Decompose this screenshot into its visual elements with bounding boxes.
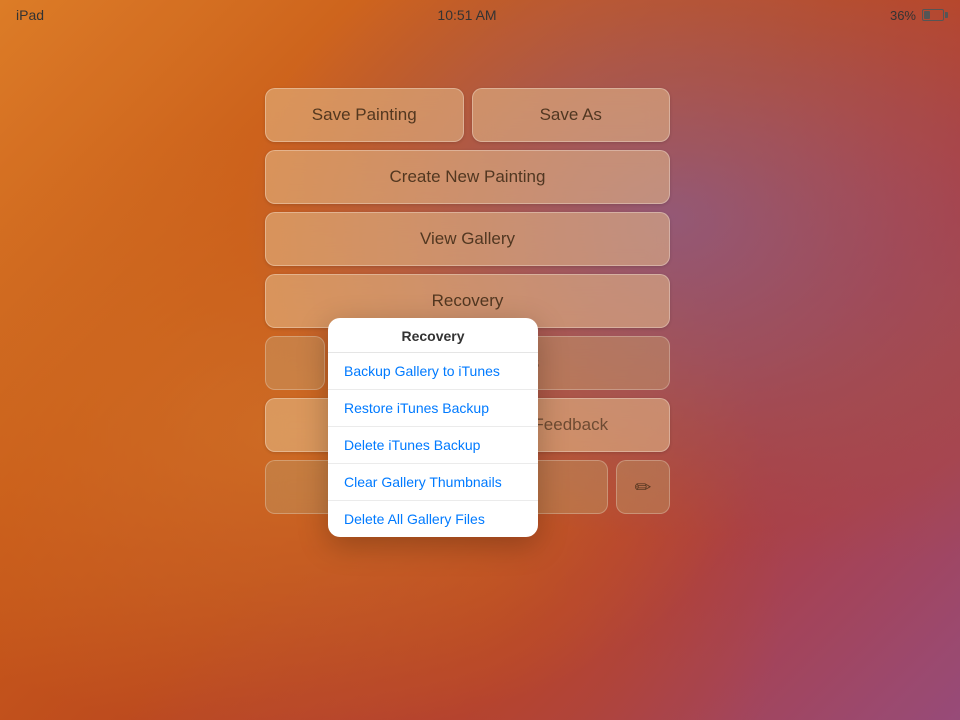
- dropdown-header: Recovery: [328, 318, 538, 353]
- backup-gallery-itunes-item[interactable]: Backup Gallery to iTunes: [328, 353, 538, 390]
- status-right: 36%: [890, 8, 944, 23]
- battery-fill: [924, 11, 930, 19]
- pencil-icon: ✏: [635, 475, 652, 500]
- status-bar: iPad 10:51 AM 36%: [0, 0, 960, 30]
- device-name: iPad: [16, 7, 44, 23]
- battery-icon: [922, 9, 944, 21]
- battery-body: [922, 9, 944, 21]
- save-row: Save Painting Save As: [265, 88, 670, 142]
- delete-all-gallery-files-item[interactable]: Delete All Gallery Files: [328, 501, 538, 537]
- view-gallery-button[interactable]: View Gallery: [265, 212, 670, 266]
- battery-percent: 36%: [890, 8, 916, 23]
- partial-artrage: [265, 336, 325, 390]
- clear-gallery-thumbnails-item[interactable]: Clear Gallery Thumbnails: [328, 464, 538, 501]
- save-as-button[interactable]: Save As: [472, 88, 671, 142]
- save-painting-button[interactable]: Save Painting: [265, 88, 464, 142]
- delete-itunes-backup-item[interactable]: Delete iTunes Backup: [328, 427, 538, 464]
- pencil-button[interactable]: ✏: [616, 460, 670, 514]
- restore-itunes-backup-item[interactable]: Restore iTunes Backup: [328, 390, 538, 427]
- recovery-dropdown: Recovery Backup Gallery to iTunes Restor…: [328, 318, 538, 537]
- status-time: 10:51 AM: [437, 7, 496, 23]
- create-new-painting-button[interactable]: Create New Painting: [265, 150, 670, 204]
